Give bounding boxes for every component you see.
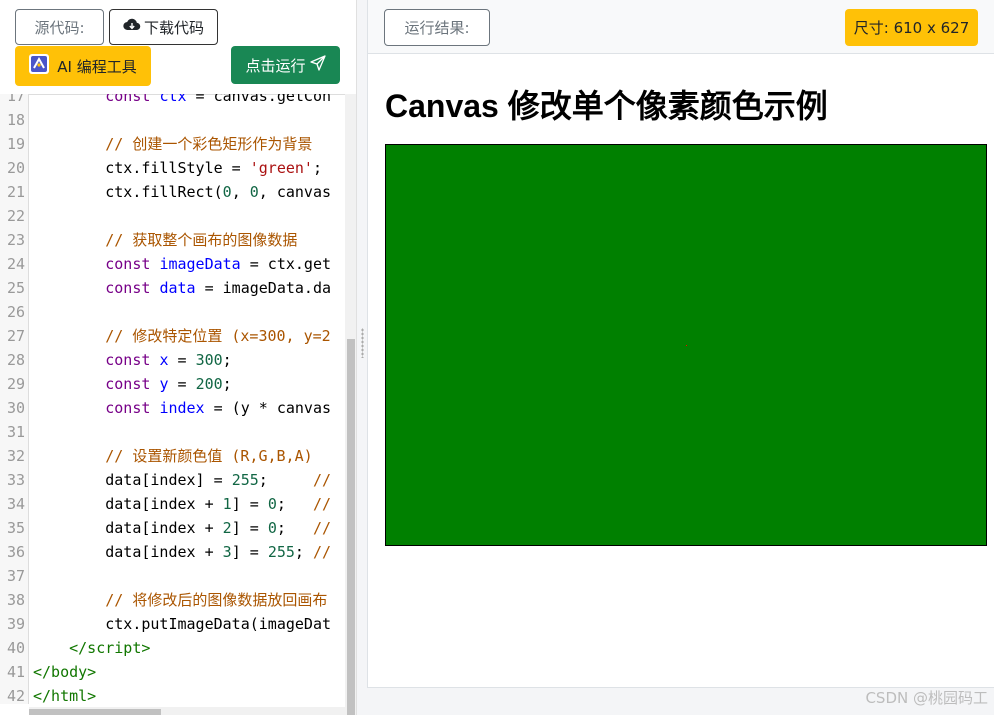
line-number: 20 — [6, 159, 25, 177]
line-number: 17 — [6, 94, 25, 105]
run-label: 点击运行 — [245, 56, 306, 75]
line-number: 30 — [6, 399, 25, 417]
code-text: const y = 200; — [105, 375, 232, 393]
code-text: </script> — [69, 639, 151, 657]
code-text: const imageData = ctx.get — [105, 255, 332, 273]
download-code-button[interactable]: 下载代码 — [109, 9, 218, 45]
code-text: data[index + 1] = 0; // — [33, 495, 332, 513]
line-number: 38 — [6, 591, 25, 609]
source-code-label: 源代码: — [34, 18, 85, 37]
line-number: 32 — [6, 447, 25, 465]
code-horizontal-scroll-thumb[interactable] — [29, 709, 161, 715]
code-text: // 设置新颜色值 (R,G,B,A) — [105, 447, 313, 465]
send-icon — [309, 55, 326, 75]
line-number: 19 — [6, 135, 25, 153]
result-panel: 运行结果: 尺寸: 610 x 627 Canvas 修改单个像素颜色示例 — [367, 0, 994, 688]
drag-handle-icon[interactable] — [361, 328, 364, 358]
line-number: 22 — [6, 207, 25, 225]
line-number: 39 — [6, 615, 25, 633]
code-vertical-scrollbar[interactable] — [345, 94, 356, 715]
preview-canvas — [385, 144, 987, 546]
line-number: 42 — [6, 687, 25, 704]
code-text: const x = 300; — [105, 351, 232, 369]
line-number: 28 — [6, 351, 25, 369]
code-text: // 将修改后的图像数据放回画布 — [105, 591, 328, 609]
line-number: 24 — [6, 255, 25, 273]
line-number: 31 — [6, 423, 25, 441]
line-number: 41 — [6, 663, 25, 681]
code-text: const ctx = canvas.getCon — [105, 94, 332, 105]
modified-pixel — [686, 345, 687, 346]
code-text: ctx.fillRect(0, 0, canvas — [33, 183, 332, 201]
code-panel: 17 const ctx = canvas.getCon 18 19 // 创建一个… — [0, 0, 356, 715]
line-number: 26 — [6, 303, 25, 321]
code-editor[interactable]: 17 const ctx = canvas.getCon 18 19 // 创建一个… — [0, 94, 345, 704]
line-number: 21 — [6, 183, 25, 201]
code-text: // 创建一个彩色矩形作为背景 — [105, 135, 313, 153]
preview-frame: Canvas 修改单个像素颜色示例 — [368, 55, 994, 685]
size-badge-label: 尺寸: 610 x 627 — [853, 19, 970, 37]
ai-tools-button[interactable]: AI 编程工具 — [15, 46, 151, 86]
source-code-button[interactable]: 源代码: — [15, 9, 104, 45]
code-text: data[index + 3] = 255; // — [33, 543, 332, 561]
cloud-download-icon — [123, 18, 141, 36]
download-code-label: 下载代码 — [143, 18, 204, 37]
code-text: </body> — [33, 663, 97, 681]
code-text: // 获取整个画布的图像数据 — [105, 231, 298, 249]
preview-title: Canvas 修改单个像素颜色示例 — [385, 88, 828, 124]
code-text: </html> — [33, 687, 97, 704]
code-text: ctx.fillStyle = 'green'; — [33, 159, 322, 177]
line-number: 23 — [6, 231, 25, 249]
line-number: 18 — [6, 111, 25, 129]
code-text: const index = (y * canvas — [105, 399, 332, 417]
code-text: ctx.putImageData(imageDat — [33, 615, 332, 633]
line-number: 29 — [6, 375, 25, 393]
run-result-button[interactable]: 运行结果: — [384, 9, 490, 46]
code-horizontal-scrollbar[interactable] — [29, 707, 345, 715]
line-number: 35 — [6, 519, 25, 537]
ai-tools-label: AI 编程工具 — [57, 57, 137, 76]
line-number: 34 — [6, 495, 25, 513]
code-text: // 修改特定位置 (x=300, y=2 — [105, 327, 331, 345]
code-text: data[index + 2] = 0; // — [33, 519, 332, 537]
code-toolbar: 源代码: 下载代码 AI 编程工具 点击运行 — [0, 0, 356, 90]
size-badge: 尺寸: 610 x 627 — [845, 9, 978, 46]
code-text: data[index] = 255; // — [33, 471, 332, 489]
line-number: 27 — [6, 327, 25, 345]
line-number: 25 — [6, 279, 25, 297]
ai-logo-icon — [29, 54, 50, 78]
result-header: 运行结果: 尺寸: 610 x 627 — [368, 0, 994, 54]
run-button[interactable]: 点击运行 — [231, 46, 340, 84]
line-number: 37 — [6, 567, 25, 585]
line-number: 33 — [6, 471, 25, 489]
code-vertical-scroll-thumb[interactable] — [347, 339, 355, 715]
code-text: const data = imageData.da — [105, 279, 332, 297]
line-number: 40 — [6, 639, 25, 657]
run-result-label: 运行结果: — [404, 19, 470, 37]
watermark: CSDN @桃园码工 — [865, 689, 988, 707]
line-number: 36 — [6, 543, 25, 561]
